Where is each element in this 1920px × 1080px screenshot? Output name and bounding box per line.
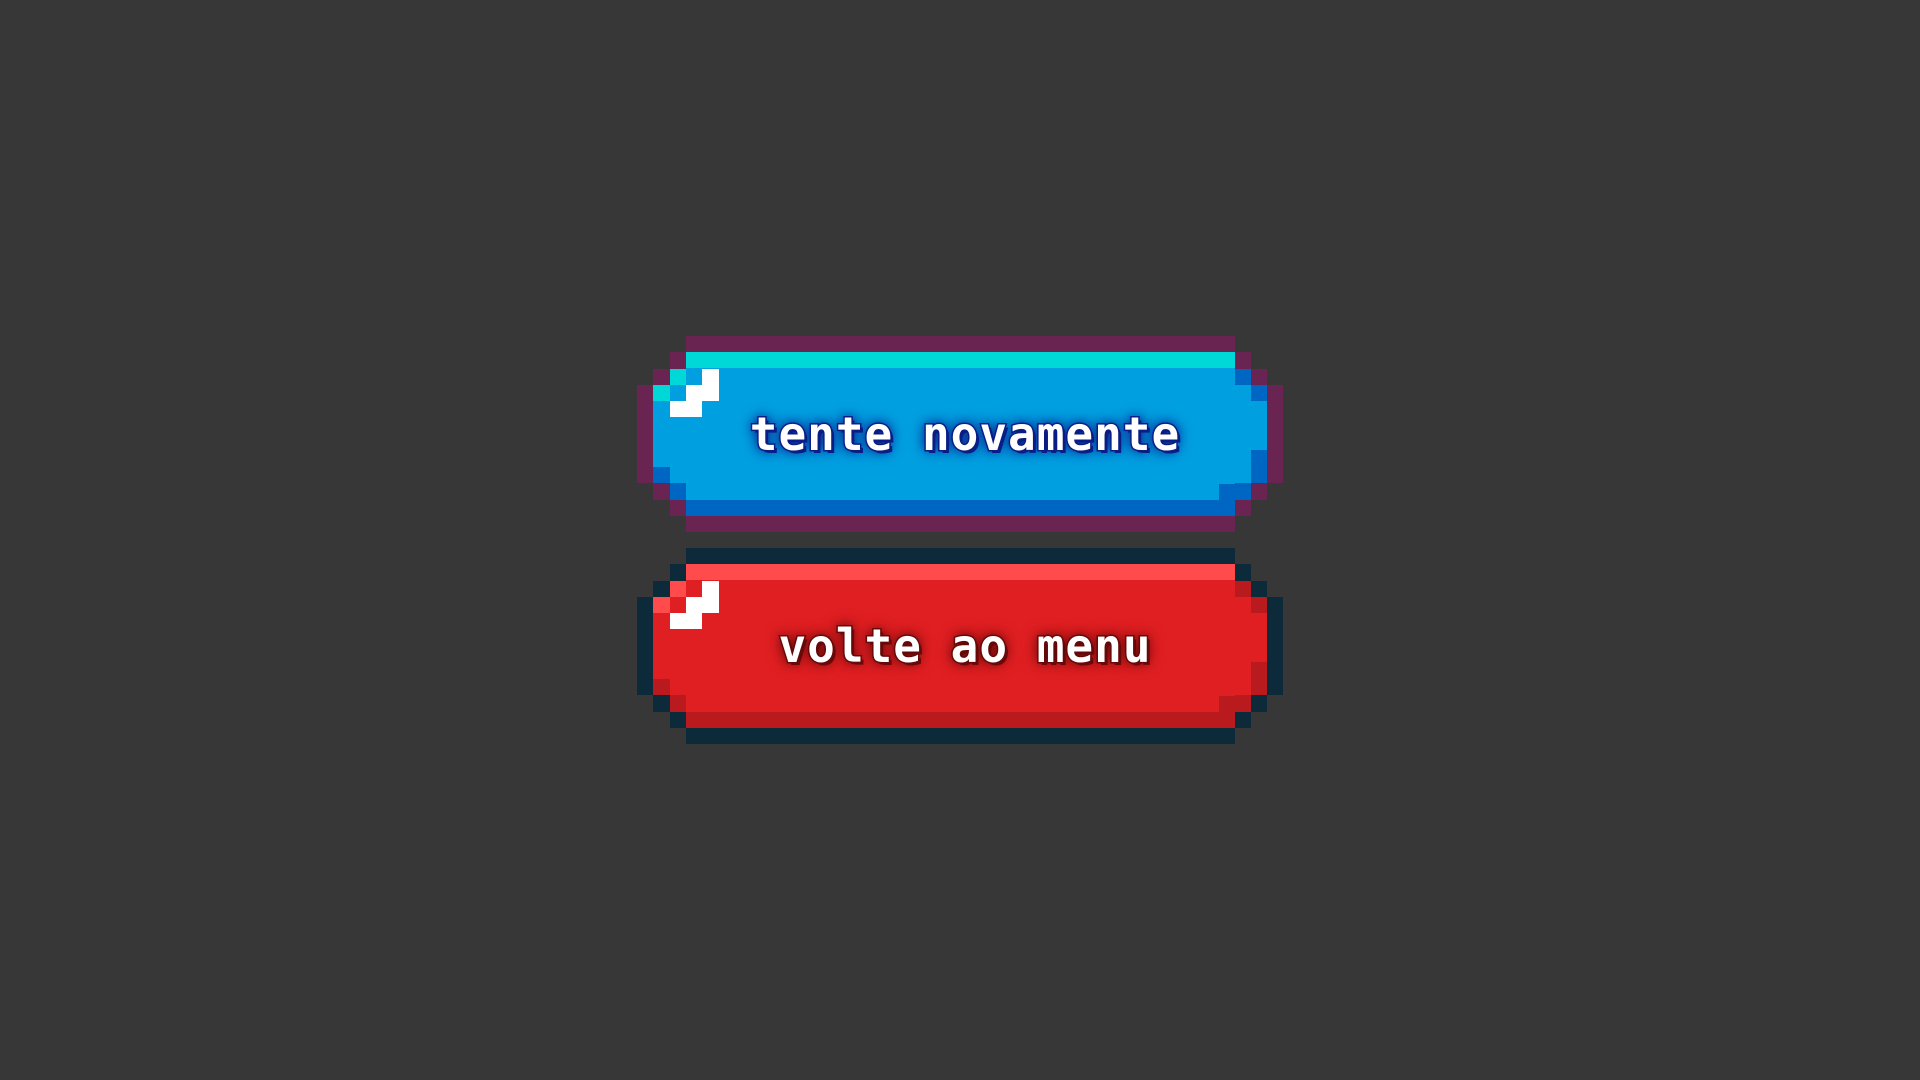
retry-button[interactable]: tente novamente — [637, 336, 1283, 532]
corner-shine-icon — [670, 581, 719, 629]
game-over-screen: tente novamente volte ao menu — [0, 0, 1920, 1080]
corner-shine-icon — [670, 369, 719, 417]
back-to-menu-button[interactable]: volte ao menu — [637, 548, 1283, 744]
